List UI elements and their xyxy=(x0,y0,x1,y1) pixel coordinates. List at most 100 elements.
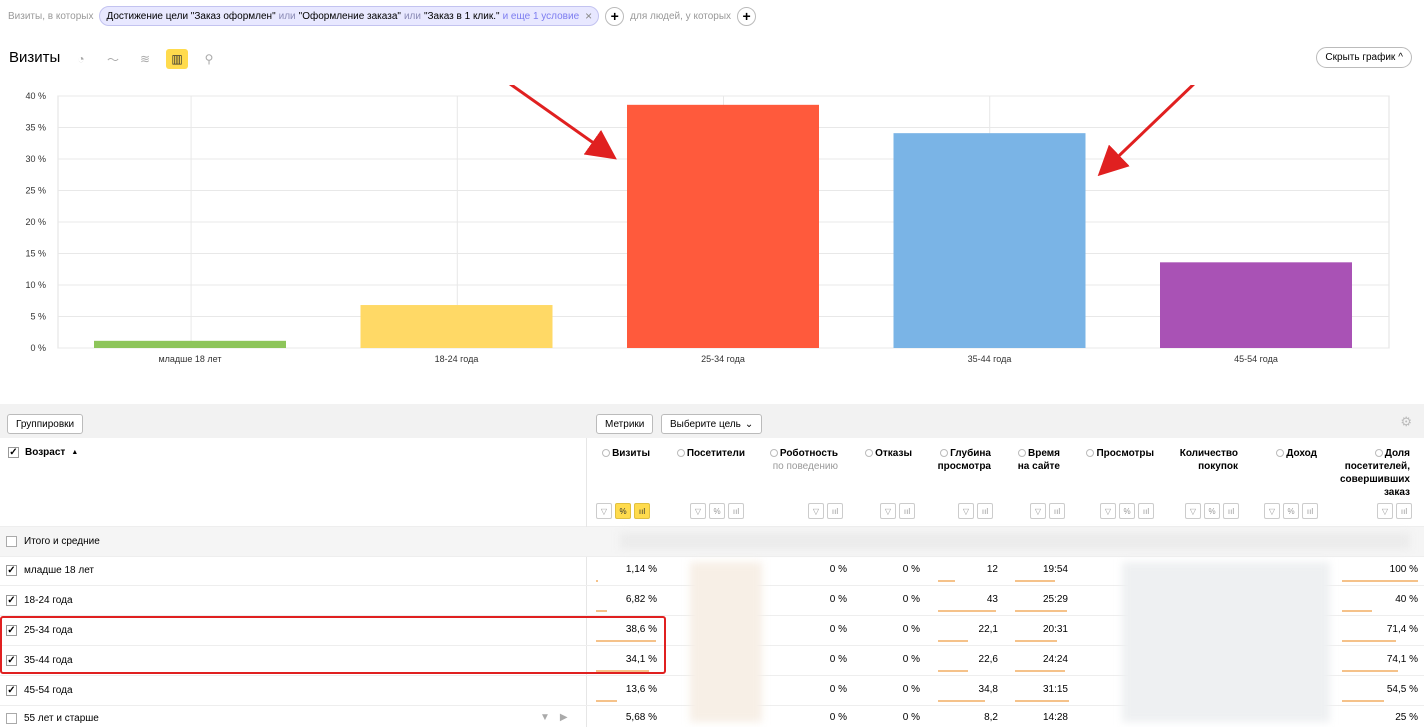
filter-icon[interactable]: ▽ xyxy=(1030,503,1046,519)
checkbox-icon[interactable] xyxy=(6,713,17,724)
row-label: 18-24 года xyxy=(24,595,73,606)
time-bar xyxy=(1015,580,1055,582)
percent-icon[interactable]: % xyxy=(615,503,631,519)
header-revenue[interactable]: Доход xyxy=(1262,447,1317,460)
total-label[interactable]: Итого и средние xyxy=(6,536,100,547)
percent-icon[interactable]: % xyxy=(1204,503,1220,519)
bar-mini-icon[interactable]: ııl xyxy=(1396,503,1412,519)
filter-icon[interactable]: ▽ xyxy=(690,503,706,519)
more-conditions-link[interactable]: и еще 1 условие xyxy=(503,11,580,22)
depth-bar xyxy=(938,640,968,642)
depth-bar xyxy=(938,670,968,672)
cell-depth: 12 xyxy=(986,564,998,575)
x-tick-label: 18-24 года xyxy=(435,354,479,364)
filter-icon[interactable]: ▽ xyxy=(1185,503,1201,519)
header-views[interactable]: Просмотры xyxy=(1080,447,1154,460)
depth-bar xyxy=(938,700,985,702)
bar-mini-icon[interactable]: ııl xyxy=(634,503,650,519)
checkbox-icon[interactable] xyxy=(6,536,17,547)
area-chart-icon[interactable]: ≋ xyxy=(134,49,156,69)
line-chart-icon[interactable]: 〜 xyxy=(102,49,124,69)
metrics-button[interactable]: Метрики xyxy=(596,414,654,434)
play-icon[interactable]: ▶ xyxy=(560,712,568,723)
cell-visits: 1,14 % xyxy=(625,564,657,575)
bar-chart-icon[interactable]: ▥ xyxy=(166,49,188,69)
filter-icon[interactable]: ▽ xyxy=(808,503,824,519)
cell-share: 40 % xyxy=(1395,594,1418,605)
header-purchases[interactable]: Количество покупок xyxy=(1170,447,1238,473)
header-visitors[interactable]: Посетители xyxy=(670,447,745,460)
radio-icon[interactable] xyxy=(676,449,685,457)
cell-time: 19:54 xyxy=(1042,564,1068,575)
radio-icon[interactable] xyxy=(602,449,611,457)
add-visit-condition-button[interactable]: + xyxy=(605,6,625,26)
segment-chip[interactable]: Достижение цели "Заказ оформлен" или "Оф… xyxy=(99,6,600,26)
filter-icon[interactable]: ▽ xyxy=(1264,503,1280,519)
percent-icon[interactable]: % xyxy=(1283,503,1299,519)
pie-chart-icon[interactable]: ◔ xyxy=(70,49,92,69)
percent-icon[interactable]: % xyxy=(1119,503,1135,519)
bar-mini-icon[interactable]: ııl xyxy=(1302,503,1318,519)
checkbox-checked-icon[interactable]: ✓ xyxy=(8,447,19,458)
map-pin-icon[interactable]: ⚲ xyxy=(198,49,220,69)
chart-title: Визиты xyxy=(9,49,61,66)
filter-icon[interactable]: ▽ xyxy=(880,503,896,519)
gear-icon[interactable]: ⚙ xyxy=(1400,414,1412,430)
header-depth[interactable]: Глубина просмотра xyxy=(930,447,991,473)
radio-icon[interactable] xyxy=(940,449,949,457)
filter-icon[interactable]: ▽ xyxy=(1100,503,1116,519)
time-bar xyxy=(1015,610,1067,612)
filter-icon[interactable]: ▽ xyxy=(596,503,612,519)
age-header-label: Возраст xyxy=(25,447,66,458)
y-tick-label: 30 % xyxy=(25,154,46,164)
checkbox-checked-icon[interactable]: ✓ xyxy=(6,565,17,576)
percent-icon[interactable]: % xyxy=(709,503,725,519)
cell-robot: 0 % xyxy=(829,624,847,635)
checkbox-checked-icon[interactable]: ✓ xyxy=(6,595,17,606)
header-bounces[interactable]: Отказы xyxy=(855,447,912,460)
robot-tools: ▽ ııl xyxy=(808,503,843,519)
filter-icon[interactable]: ▼ xyxy=(540,712,550,723)
bar-mini-icon[interactable]: ııl xyxy=(977,503,993,519)
add-people-condition-button[interactable]: + xyxy=(737,6,757,26)
highlight-box xyxy=(0,616,666,674)
bar-mini-icon[interactable]: ııl xyxy=(728,503,744,519)
radio-icon[interactable] xyxy=(865,449,874,457)
bar-mini-icon[interactable]: ııl xyxy=(899,503,915,519)
time-bar xyxy=(1015,640,1057,642)
header-visits[interactable]: Визиты xyxy=(596,447,650,460)
x-tick-label: 35-44 года xyxy=(968,354,1012,364)
y-tick-label: 10 % xyxy=(25,280,46,290)
goal-2: "Оформление заказа" xyxy=(298,10,401,22)
header-time[interactable]: Время на сайте xyxy=(1010,447,1060,473)
bar-mini-icon[interactable]: ııl xyxy=(827,503,843,519)
hide-chart-button[interactable]: Скрыть график ^ xyxy=(1316,47,1412,68)
checkbox-checked-icon[interactable]: ✓ xyxy=(6,685,17,696)
cell-visits: 6,82 % xyxy=(625,594,657,605)
radio-icon[interactable] xyxy=(1276,449,1285,457)
bar-mini-icon[interactable]: ııl xyxy=(1138,503,1154,519)
filter-icon[interactable]: ▽ xyxy=(958,503,974,519)
radio-icon[interactable] xyxy=(769,449,778,457)
choose-goal-dropdown[interactable]: Выберите цель ⌄ xyxy=(661,414,763,434)
header-share[interactable]: Доля посетителей, совершивших заказ xyxy=(1330,447,1410,499)
time-bar xyxy=(1015,670,1065,672)
radio-icon[interactable] xyxy=(1086,449,1095,457)
cell-robot: 0 % xyxy=(829,564,847,575)
cell-share: 54,5 % xyxy=(1386,684,1418,695)
header-robot[interactable]: Роботность по поведению xyxy=(760,447,838,473)
age-column-header[interactable]: ✓ Возраст ▲ xyxy=(8,447,78,458)
bar-mini-icon[interactable]: ııl xyxy=(1049,503,1065,519)
chevron-up-icon: ^ xyxy=(1398,52,1403,63)
close-icon[interactable]: × xyxy=(585,9,592,23)
groupings-button[interactable]: Группировки xyxy=(7,414,84,434)
bar-mini-icon[interactable]: ııl xyxy=(1223,503,1239,519)
segment-prefix: Визиты, в которых xyxy=(8,10,94,22)
cell-share: 25 % xyxy=(1395,712,1418,723)
radio-icon[interactable] xyxy=(1374,449,1383,457)
cell-robot: 0 % xyxy=(829,712,847,723)
radio-icon[interactable] xyxy=(1018,449,1026,457)
filter-icon[interactable]: ▽ xyxy=(1377,503,1393,519)
segment-bar: Визиты, в которых Достижение цели "Заказ… xyxy=(8,6,757,26)
share-bar xyxy=(1342,640,1396,642)
